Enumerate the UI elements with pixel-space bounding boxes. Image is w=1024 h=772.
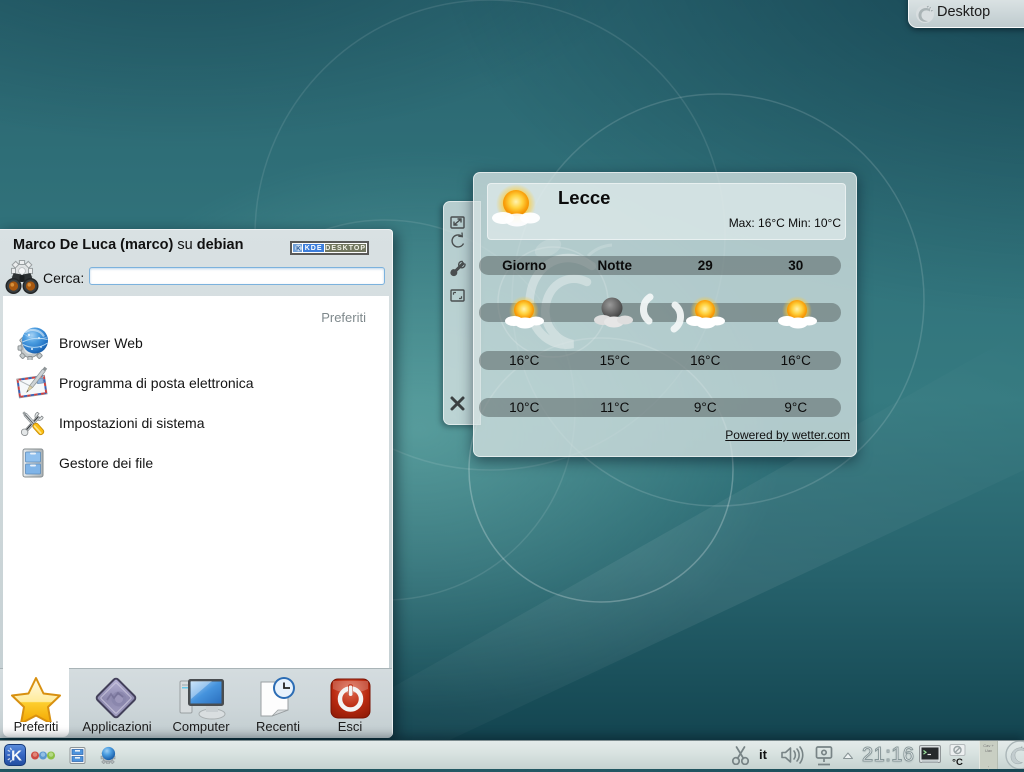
svg-text:K: K — [296, 246, 301, 252]
svg-text:K: K — [11, 748, 22, 765]
svg-text:°C: °C — [952, 757, 963, 766]
